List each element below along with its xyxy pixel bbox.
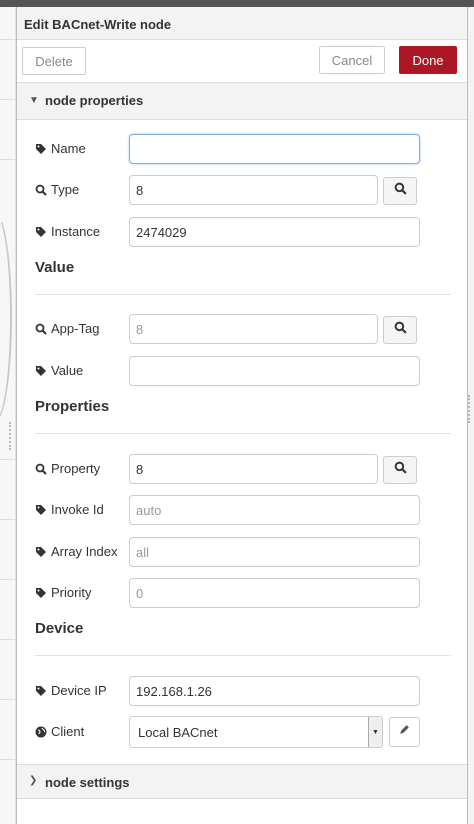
property-input[interactable]: 8 — [129, 454, 378, 484]
tray-title: Edit BACnet-Write node — [17, 7, 467, 40]
search-icon — [35, 463, 47, 475]
edit-client-button[interactable] — [389, 717, 420, 747]
property-search-button[interactable] — [383, 456, 417, 484]
type-label: Type — [51, 182, 80, 197]
chevron-right-icon: ❯ — [29, 775, 38, 786]
array-index-label: Array Index — [51, 544, 118, 559]
app-tag-search-button[interactable] — [383, 316, 417, 344]
field-row-type: Type 8 — [17, 174, 467, 206]
wire-curve — [0, 212, 12, 422]
priority-label: Priority — [51, 585, 92, 600]
section-label: node settings — [45, 775, 130, 790]
value-label: Value — [51, 363, 84, 378]
heading-device: Device — [35, 620, 84, 637]
field-row-device-ip: Device IP 192.168.1.26 — [17, 675, 467, 707]
instance-label: Instance — [51, 224, 101, 239]
app-tag-input[interactable]: 8 — [129, 314, 378, 344]
field-row-priority: Priority 0 — [17, 577, 467, 609]
divider — [35, 294, 451, 295]
type-input[interactable]: 8 — [129, 175, 378, 205]
divider — [35, 655, 451, 656]
tag-icon — [35, 226, 47, 238]
search-icon — [394, 182, 407, 200]
field-row-name: Name — [17, 133, 467, 165]
tray-toolbar: Delete Cancel Done — [17, 40, 467, 82]
divider — [35, 433, 451, 434]
search-icon — [35, 323, 47, 335]
search-icon — [394, 321, 407, 339]
name-label: Name — [51, 141, 86, 156]
array-index-input[interactable]: all — [129, 537, 420, 567]
tag-icon — [35, 504, 47, 516]
delete-button[interactable]: Delete — [22, 47, 86, 75]
search-icon — [35, 184, 47, 196]
property-label: Property — [51, 461, 101, 476]
client-selected-value: Local BACnet — [138, 724, 218, 740]
resize-grip-left[interactable] — [9, 422, 13, 450]
field-row-value: Value — [17, 355, 467, 387]
type-search-button[interactable] — [383, 177, 417, 205]
tag-icon — [35, 685, 47, 697]
field-row-property: Property 8 — [17, 453, 467, 485]
search-icon — [394, 461, 407, 479]
field-row-instance: Instance 2474029 — [17, 216, 467, 248]
heading-properties: Properties — [35, 398, 110, 415]
name-input[interactable] — [129, 134, 420, 164]
invoke-id-input[interactable]: auto — [129, 495, 420, 525]
heading-value: Value — [35, 259, 75, 276]
resize-grip-right[interactable] — [468, 395, 472, 423]
field-row-invoke-id: Invoke Id auto — [17, 494, 467, 526]
section-node-properties[interactable]: ▼ node properties — [17, 82, 467, 120]
value-input[interactable] — [129, 356, 420, 386]
field-row-client: Client Local BACnet ▼ — [17, 716, 467, 748]
section-node-settings[interactable]: ❯ node settings — [17, 764, 467, 799]
workspace-edge — [0, 7, 16, 824]
top-strip — [0, 0, 474, 7]
invoke-id-label: Invoke Id — [51, 502, 104, 517]
device-ip-input[interactable]: 192.168.1.26 — [129, 676, 420, 706]
field-row-array-index: Array Index all — [17, 536, 467, 568]
chevron-down-icon: ▼ — [29, 95, 39, 106]
section-label: node properties — [45, 93, 144, 108]
globe-icon — [35, 726, 47, 738]
device-ip-label: Device IP — [51, 683, 107, 698]
client-label: Client — [51, 724, 85, 739]
pencil-icon — [398, 723, 411, 741]
field-row-app-tag: App-Tag 8 — [17, 313, 467, 345]
tag-icon — [35, 587, 47, 599]
done-button[interactable]: Done — [399, 46, 457, 74]
chevron-down-icon: ▼ — [368, 717, 382, 747]
edit-node-tray: Edit BACnet-Write node Delete Cancel Don… — [16, 7, 468, 824]
priority-input[interactable]: 0 — [129, 578, 420, 608]
tag-icon — [35, 365, 47, 377]
cancel-button[interactable]: Cancel — [319, 46, 385, 74]
tag-icon — [35, 546, 47, 558]
app-tag-label: App-Tag — [51, 321, 100, 336]
client-select[interactable]: Local BACnet ▼ — [129, 716, 383, 748]
tag-icon — [35, 143, 47, 155]
instance-input[interactable]: 2474029 — [129, 217, 420, 247]
